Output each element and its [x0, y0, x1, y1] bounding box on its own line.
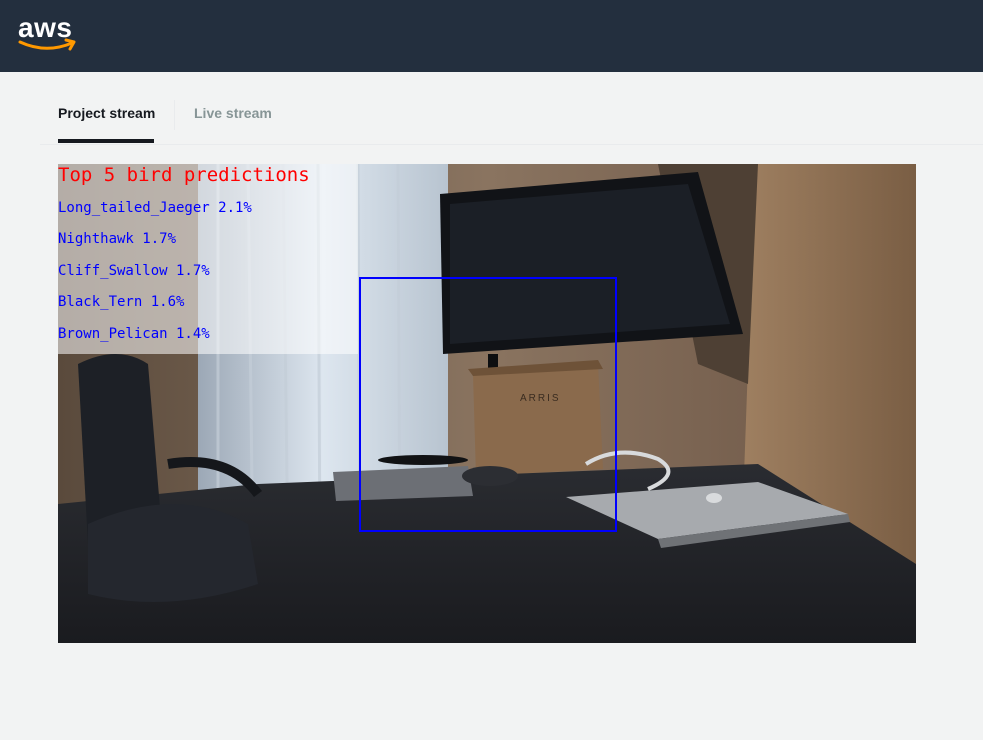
- detection-bounding-box: [359, 277, 617, 532]
- tab-project-stream[interactable]: Project stream: [58, 105, 155, 121]
- aws-smile-icon: [18, 38, 76, 51]
- prediction-item: Cliff_Swallow 1.7%: [58, 263, 210, 279]
- video-stream-frame: ARRIS Top 5 bird predictions Long_tailed…: [58, 164, 916, 643]
- stream-tabs: Project stream Live stream: [40, 72, 983, 145]
- active-tab-indicator: [58, 139, 154, 143]
- prediction-item: Brown_Pelican 1.4%: [58, 326, 210, 342]
- prediction-overlay: Top 5 bird predictions Long_tailed_Jaege…: [58, 164, 358, 354]
- tab-separator: [174, 100, 175, 130]
- prediction-item: Long_tailed_Jaeger 2.1%: [58, 200, 252, 216]
- tab-live-stream[interactable]: Live stream: [194, 105, 272, 121]
- prediction-item: Black_Tern 1.6%: [58, 294, 185, 310]
- prediction-item: Nighthawk 1.7%: [58, 231, 177, 247]
- predictions-title: Top 5 bird predictions: [58, 164, 310, 186]
- aws-logo[interactable]: aws: [18, 14, 78, 54]
- top-navigation-bar: aws: [0, 0, 983, 72]
